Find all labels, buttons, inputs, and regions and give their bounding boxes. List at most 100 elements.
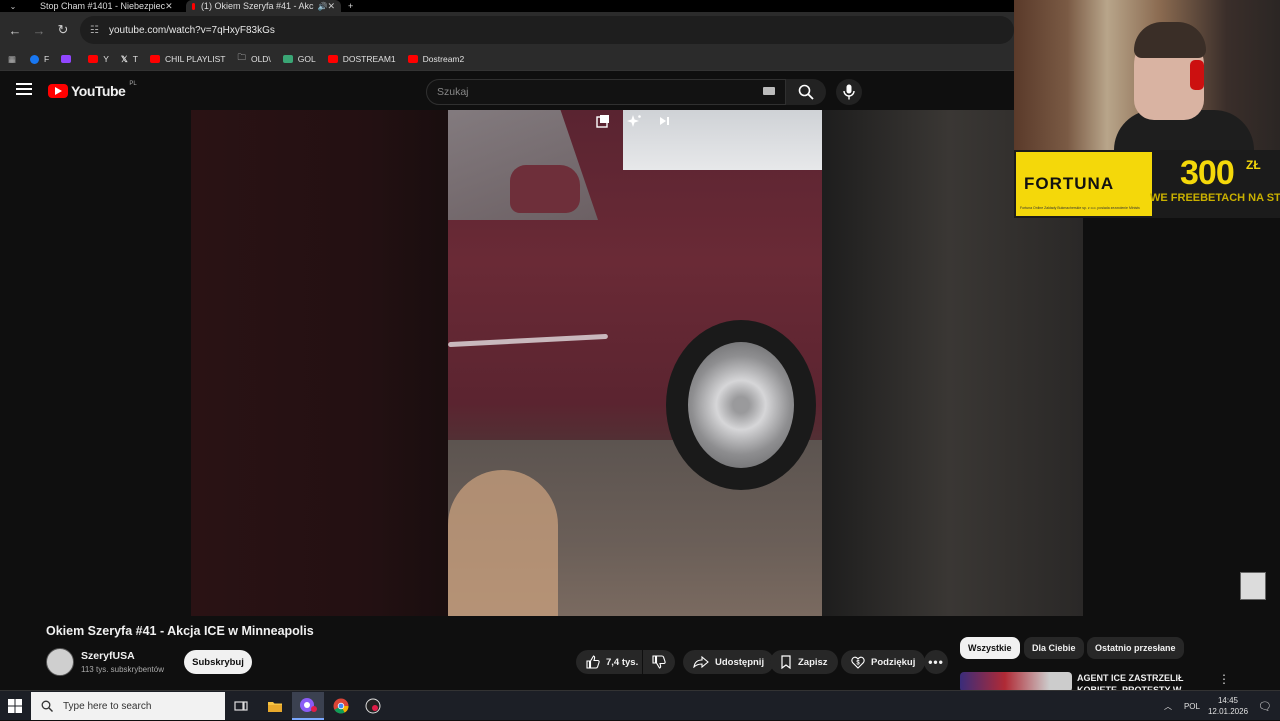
bookmarks-bar: ▦ F Y 𝕏T CHIL PLAYLIST 🗀 OLD\ GOL DOSTREA… <box>0 48 1014 70</box>
bookmark-label: T <box>132 54 138 64</box>
super-thanks-icon: $ <box>851 655 865 669</box>
bookmark-dostream1[interactable]: DOSTREAM1 <box>327 54 396 64</box>
youtube-header: YouTube PL Szukaj <box>0 70 1014 110</box>
browser-toolbar: ← → ↻ ☷ youtube.com/watch?v=7qHxyF83kGs <box>0 12 1014 48</box>
bookmark-x[interactable]: 𝕏T <box>121 54 138 65</box>
bookmark-folder-old[interactable]: 🗀 OLD\ <box>237 52 270 66</box>
skip-forward-icon[interactable] <box>654 112 676 130</box>
ad-currency: ZŁ <box>1246 158 1261 172</box>
chip-recently-uploaded[interactable]: Ostatnio przesłane <box>1087 637 1184 659</box>
keyboard-icon[interactable] <box>763 87 775 95</box>
subscriber-count: 113 tys. subskrybentów <box>81 665 165 674</box>
new-tab-button[interactable]: + <box>348 0 360 12</box>
webcam-hair <box>1134 22 1206 58</box>
search-input[interactable]: Szukaj <box>426 79 786 105</box>
youtube-play-icon <box>48 84 68 98</box>
blurred-hand <box>448 470 558 616</box>
video-frame[interactable] <box>448 110 822 616</box>
windows-start-icon[interactable] <box>4 695 26 717</box>
like-count: 7,4 tys. <box>606 656 639 668</box>
close-tab-icon[interactable]: ✕ <box>165 1 178 12</box>
gol-icon <box>282 55 293 63</box>
channel-watermark-logo[interactable] <box>1240 572 1266 600</box>
clock-time: 14:45 <box>1217 696 1239 705</box>
windows-taskbar: Type here to search ︿ POL 14:45 12.01.20… <box>0 690 1280 720</box>
bookmark-dostream2[interactable]: Dostream2 <box>407 54 464 64</box>
chip-all[interactable]: Wszystkie <box>960 637 1020 659</box>
site-info-icon[interactable]: ☷ <box>90 25 99 36</box>
channel-avatar[interactable] <box>46 648 74 676</box>
clock[interactable]: 14:45 12.01.2026 <box>1208 695 1248 717</box>
reload-icon[interactable]: ↻ <box>51 22 75 38</box>
bookmark-chil-playlist[interactable]: CHIL PLAYLIST <box>149 54 226 64</box>
file-explorer-icon[interactable] <box>264 695 286 717</box>
search-button[interactable] <box>786 79 826 105</box>
bookmark-youtube[interactable]: Y <box>88 54 109 64</box>
language-indicator[interactable]: POL <box>1184 702 1200 711</box>
ad-promo-text: WE FREEBETACH NA START <box>1150 192 1280 204</box>
chip-for-you[interactable]: Dla Ciebie <box>1024 637 1084 659</box>
speaker-icon[interactable]: 🔊 <box>317 2 327 11</box>
bookmark-label: DOSTREAM1 <box>342 54 396 64</box>
video-title: Okiem Szeryfa #41 - Akcja ICE w Minneapo… <box>46 624 314 638</box>
miniplayer-icon[interactable] <box>592 112 614 130</box>
ad-fine-print: Fortuna Online Zakłady Bukmacherskie sp.… <box>1020 206 1140 210</box>
apps-grid-icon[interactable]: ▦ <box>8 54 16 65</box>
recommended-video-thumbnail[interactable] <box>960 672 1072 692</box>
notifications-icon[interactable]: 🗨 <box>1258 700 1272 713</box>
thanks-label: Podziękuj <box>871 656 916 668</box>
search-icon <box>798 84 814 100</box>
search-icon <box>41 700 53 712</box>
taskbar-search-placeholder: Type here to search <box>63 700 152 712</box>
bookmark-label: CHIL PLAYLIST <box>164 54 226 64</box>
more-actions-button[interactable]: ••• <box>924 650 948 674</box>
youtube-icon <box>407 55 418 63</box>
chevron-up-icon[interactable]: ︿ <box>1164 701 1172 712</box>
like-button[interactable]: 7,4 tys. <box>576 650 642 674</box>
tab-title: (1) Okiem Szeryfa #41 - Akc <box>200 1 314 11</box>
share-button[interactable]: Udostępnij <box>683 650 775 674</box>
address-bar[interactable]: ☷ youtube.com/watch?v=7qHxyF83kGs <box>80 16 1014 44</box>
dislike-button[interactable] <box>643 650 675 674</box>
recommended-video-title[interactable]: AGENT ICE ZASTRZELIŁ KOBIETĘ. PROTESTY W <box>1077 672 1187 692</box>
clock-date: 12.01.2026 <box>1207 707 1249 716</box>
close-tab-icon[interactable]: ✕ <box>327 1 341 12</box>
subscribe-button[interactable]: Subskrybuj <box>184 650 252 674</box>
more-vertical-icon[interactable]: ⋮ <box>1218 672 1230 686</box>
youtube-logo[interactable]: YouTube PL <box>48 81 137 99</box>
bookmark-facebook[interactable]: F <box>30 54 49 64</box>
bookmark-label: Y <box>103 54 109 64</box>
youtube-icon <box>88 55 99 63</box>
voice-search-button[interactable] <box>836 79 862 105</box>
ad-brand: FORTUNA <box>1024 174 1115 193</box>
menu-hamburger-icon[interactable] <box>16 83 32 95</box>
logo-text: YouTube <box>71 83 126 99</box>
search-placeholder: Szukaj <box>437 86 469 98</box>
wheel-rim <box>688 342 794 468</box>
bookmark-label: OLD\ <box>250 54 271 64</box>
channel-name[interactable]: SzeryfUSA <box>81 650 135 662</box>
back-icon[interactable]: ← <box>3 23 27 38</box>
obs-recording-icon[interactable] <box>362 695 384 717</box>
tab-title: Stop Cham #1401 - Niebezpiec <box>40 1 166 11</box>
tab-list-button[interactable]: ⌄ <box>4 0 22 12</box>
streaming-app-icon[interactable] <box>292 692 324 720</box>
chrome-icon[interactable] <box>330 695 352 717</box>
forward-icon[interactable]: → <box>27 23 51 38</box>
bookmark-twitch[interactable] <box>61 55 76 63</box>
bookmark-label: GOL <box>297 54 316 64</box>
save-button[interactable]: Zapisz <box>770 650 838 674</box>
video-player[interactable] <box>191 110 1083 616</box>
x-logo-icon: 𝕏 <box>120 53 128 64</box>
browser-tab[interactable]: Stop Cham #1401 - Niebezpiec ✕ <box>28 0 178 12</box>
folder-icon: 🗀 <box>237 52 246 62</box>
browser-tab-active[interactable]: (1) Okiem Szeryfa #41 - Akc 🔊 ✕ <box>186 0 341 12</box>
sparkle-icon[interactable] <box>623 112 645 130</box>
side-mirror <box>510 165 580 213</box>
task-view-icon[interactable] <box>230 695 252 717</box>
headset <box>1190 60 1204 90</box>
youtube-icon <box>327 55 338 63</box>
bookmark-gol[interactable]: GOL <box>282 54 316 64</box>
thanks-button[interactable]: $ Podziękuj <box>841 650 926 674</box>
taskbar-search-input[interactable]: Type here to search <box>31 692 225 720</box>
